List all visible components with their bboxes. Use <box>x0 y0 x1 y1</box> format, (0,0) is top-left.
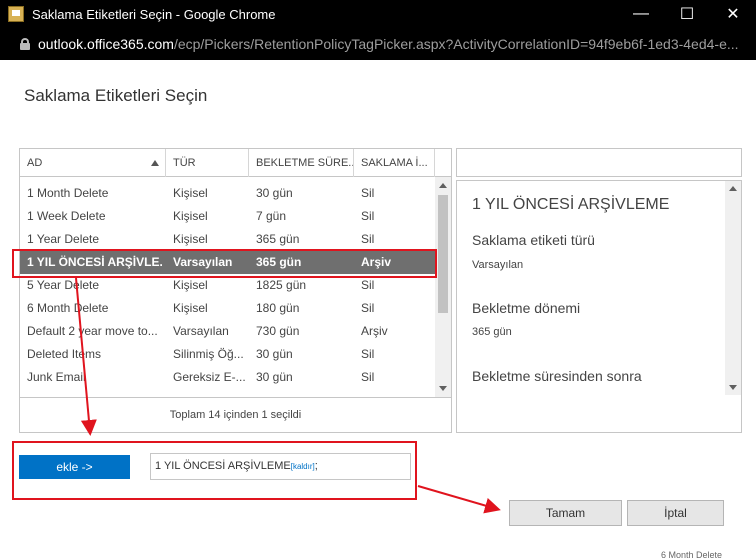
details-type-value: Varsayılan <box>472 259 524 271</box>
details-after-label: Bekletme süresinden sonra <box>472 368 642 384</box>
cell-name: 5 Year Delete <box>27 278 100 292</box>
cell-period: 30 gün <box>256 347 293 361</box>
scroll-down-icon[interactable] <box>729 385 737 390</box>
scroll-down-icon[interactable] <box>439 386 447 391</box>
dialog-title: Saklama Etiketleri Seçin <box>24 86 208 105</box>
scroll-thumb[interactable] <box>438 195 448 313</box>
cell-period: 365 gün <box>256 232 300 246</box>
table-row[interactable]: Deleted Items Silinmiş Öğ... 30 gün Sil <box>20 343 435 366</box>
cell-name: 1 Month Delete <box>27 186 109 200</box>
column-header-action[interactable]: SAKLAMA İ... <box>354 149 435 177</box>
close-button[interactable]: ✕ <box>710 0 756 28</box>
details-period-label: Bekletme dönemi <box>472 300 581 316</box>
cell-action: Sil <box>361 209 375 223</box>
lock-icon <box>20 38 30 50</box>
cell-type: Kişisel <box>173 301 208 315</box>
selected-tags-field[interactable]: 1 YIL ÖNCESİ ARŞİVLEME[kaldır]; <box>150 453 411 480</box>
sort-ascending-icon <box>151 160 159 166</box>
cell-type: Kişisel <box>173 278 208 292</box>
cell-type: Varsayılan <box>173 324 229 338</box>
cell-period: 365 gün <box>256 255 302 269</box>
table-row[interactable]: 5 Year Delete Kişisel 1825 gün Sil <box>20 274 435 297</box>
cell-action: Sil <box>361 278 375 292</box>
cell-name: Deleted Items <box>27 347 102 361</box>
address-bar[interactable]: outlook.office365.com/ecp/Pickers/Retent… <box>0 28 756 60</box>
url-path: /ecp/Pickers/RetentionPolicyTagPicker.as… <box>173 36 739 52</box>
selected-tag-name: 1 YIL ÖNCESİ ARŞİVLEME <box>155 460 291 472</box>
table-row[interactable]: 6 Month Delete Kişisel 180 gün Sil <box>20 297 435 320</box>
cell-name: 1 Week Delete <box>27 209 106 223</box>
cell-type: Gereksiz E-... <box>173 370 246 384</box>
scroll-up-icon[interactable] <box>439 183 447 188</box>
column-header-type[interactable]: TÜR <box>166 149 249 177</box>
grid-header: AD TÜR BEKLETME SÜRE... SAKLAMA İ... <box>20 149 451 177</box>
details-scrollbar[interactable] <box>725 181 741 395</box>
cell-period: 1825 gün <box>256 278 307 292</box>
cancel-button[interactable]: İptal <box>627 500 724 526</box>
outlook-app-icon <box>8 6 24 22</box>
cell-name: Junk Email <box>27 370 86 384</box>
details-tag-name: 1 YIL ÖNCESİ ARŞİVLEME <box>472 196 670 213</box>
cell-action: Arşiv <box>361 324 388 338</box>
cell-name: 6 Month Delete <box>27 301 109 315</box>
cell-period: 180 gün <box>256 301 300 315</box>
cell-action: Sil <box>361 232 375 246</box>
cell-name: 1 Year Delete <box>27 232 100 246</box>
table-row[interactable]: 1 Week Delete Kişisel 7 gün Sil <box>20 205 435 228</box>
minimize-button[interactable]: — <box>618 0 664 28</box>
table-row[interactable]: Junk Email Gereksiz E-... 30 gün Sil <box>20 366 435 389</box>
column-header-name[interactable]: AD <box>20 149 166 177</box>
grid-footer-count: Toplam 14 içinden 1 seçildi <box>19 397 452 433</box>
cell-type: Kişisel <box>173 232 208 246</box>
cell-action: Sil <box>361 186 375 200</box>
url-domain: outlook.office365.com <box>38 36 174 52</box>
cell-name: 1 YIL ÖNCESİ ARŞİVLE... <box>27 255 163 269</box>
background-window-text: 6 Month Delete <box>661 551 723 560</box>
cell-action: Sil <box>361 370 375 384</box>
title-bar: Saklama Etiketleri Seçin - Google Chrome… <box>0 0 756 28</box>
cell-action: Sil <box>361 347 375 361</box>
grid-scrollbar[interactable] <box>435 177 451 397</box>
column-header-period[interactable]: BEKLETME SÜRE... <box>249 149 354 177</box>
cell-period: 7 gün <box>256 209 287 223</box>
search-input[interactable] <box>456 148 742 177</box>
cell-action: Arşiv <box>361 255 392 269</box>
details-pane: 1 YIL ÖNCESİ ARŞİVLEME Saklama etiketi t… <box>456 180 742 433</box>
cell-period: 730 gün <box>256 324 300 338</box>
cell-type: Silinmiş Öğ... <box>173 347 244 361</box>
table-row[interactable]: Default 2 year move to... Varsayılan 730… <box>20 320 435 343</box>
cell-type: Kişisel <box>173 209 208 223</box>
retention-tags-grid: AD TÜR BEKLETME SÜRE... SAKLAMA İ... 1 M… <box>19 148 452 398</box>
table-row[interactable]: 1 Month Delete Kişisel 30 gün Sil <box>20 182 435 205</box>
add-button[interactable]: ekle -> <box>19 455 130 479</box>
details-period-value: 365 gün <box>472 326 512 338</box>
cell-type: Varsayılan <box>173 255 233 269</box>
cell-name: Default 2 year move to... <box>27 324 158 338</box>
column-header-name-label: AD <box>27 157 43 169</box>
table-row[interactable]: 1 Year Delete Kişisel 365 gün Sil <box>20 228 435 251</box>
dialog-page: Saklama Etiketleri Seçin AD TÜR BEKLETME… <box>0 60 756 560</box>
cell-period: 30 gün <box>256 186 293 200</box>
remove-tag-link[interactable]: [kaldır] <box>291 462 315 471</box>
ok-button[interactable]: Tamam <box>509 500 622 526</box>
cell-period: 30 gün <box>256 370 293 384</box>
tag-separator: ; <box>314 460 318 472</box>
table-row-selected[interactable]: 1 YIL ÖNCESİ ARŞİVLE... Varsayılan 365 g… <box>20 251 435 274</box>
grid-rows: 1 Month Delete Kişisel 30 gün Sil 1 Week… <box>20 182 435 396</box>
window-title: Saklama Etiketleri Seçin - Google Chrome <box>32 6 276 22</box>
cell-type: Kişisel <box>173 186 208 200</box>
scroll-up-icon[interactable] <box>729 186 737 191</box>
maximize-button[interactable]: ☐ <box>664 0 710 28</box>
cell-action: Sil <box>361 301 375 315</box>
details-type-label: Saklama etiketi türü <box>472 232 595 248</box>
